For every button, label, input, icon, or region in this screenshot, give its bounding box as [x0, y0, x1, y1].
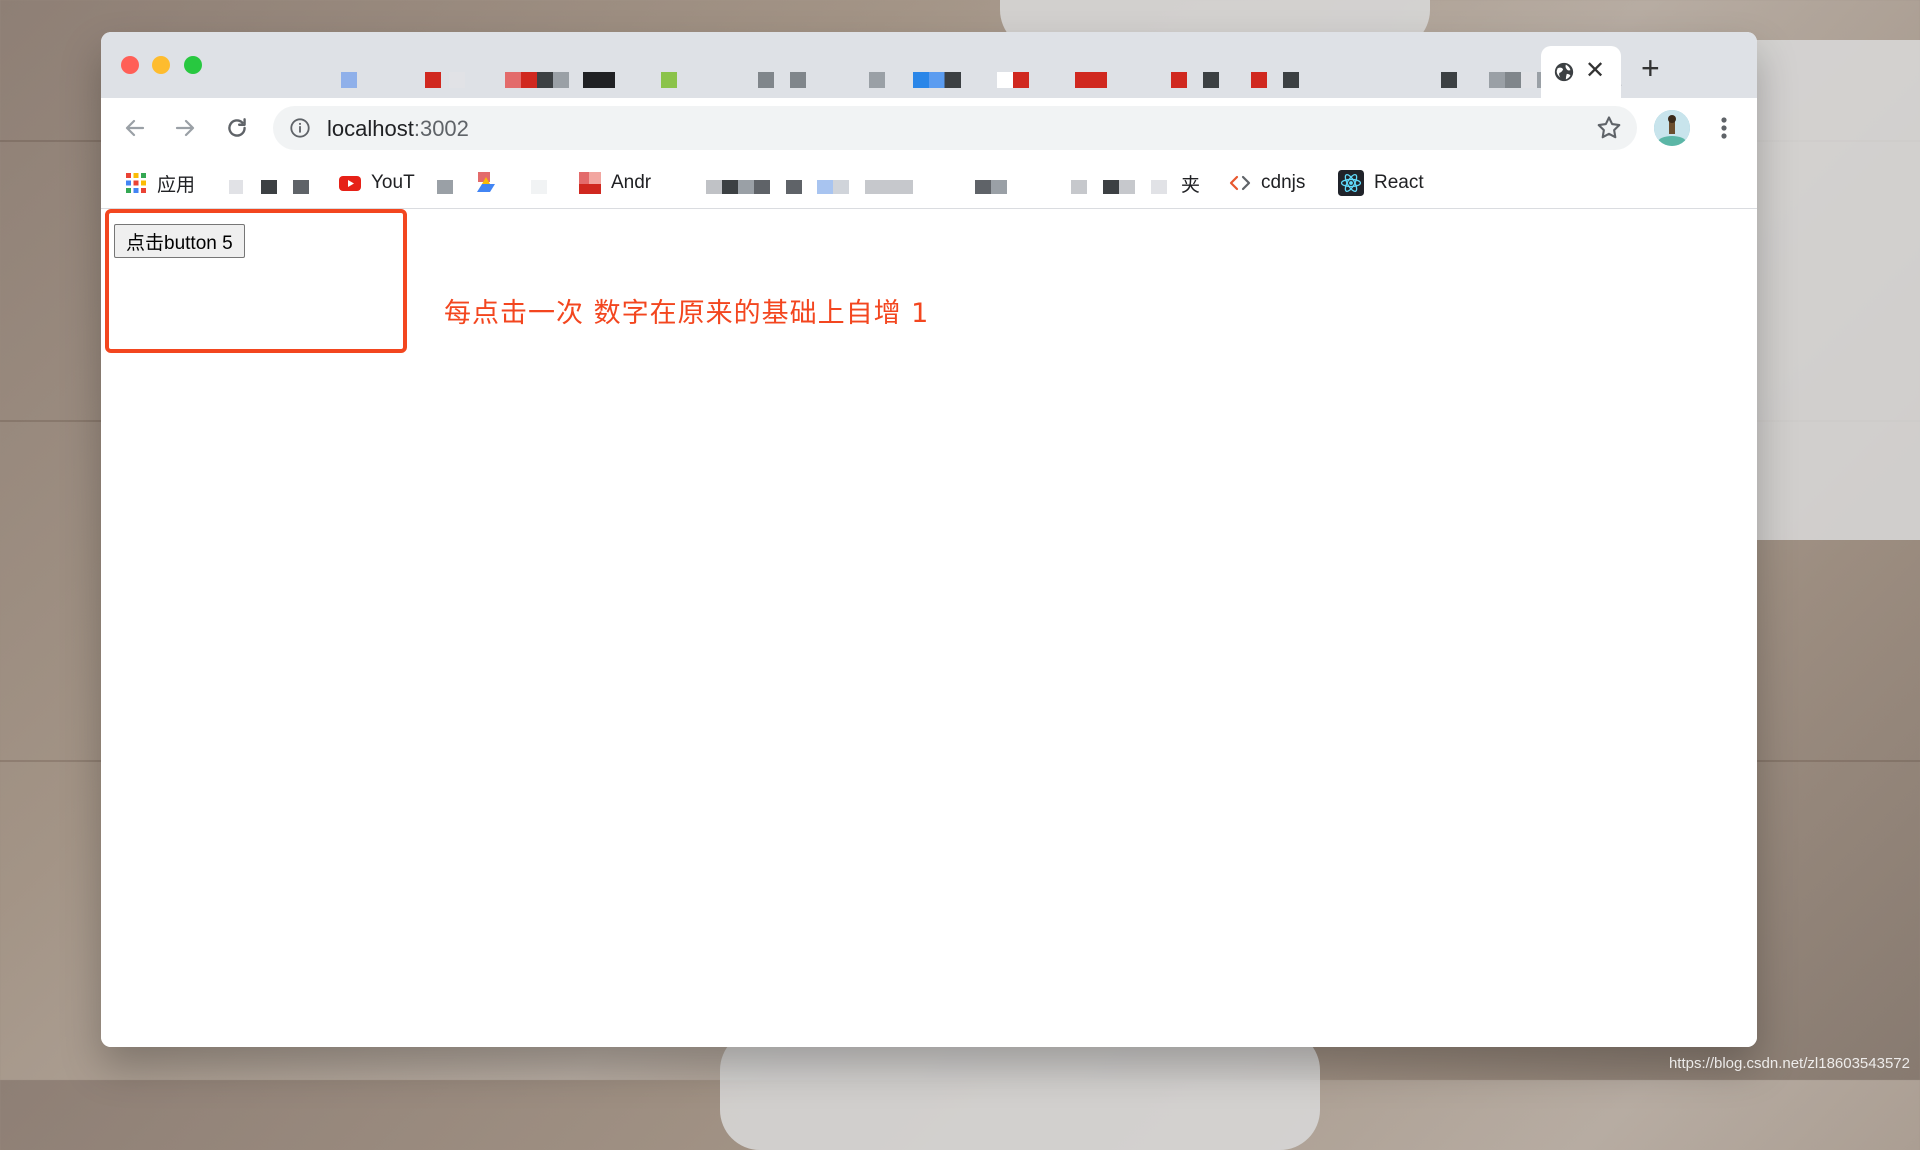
watermark: https://blog.csdn.net/zl18603543572: [1668, 1055, 1910, 1072]
tab-bar: ,2 ✕ +: [101, 32, 1757, 98]
bookmark-obscured[interactable]: [1151, 180, 1167, 194]
bookmark-obscured[interactable]: [437, 180, 453, 194]
url-host: localhost: [327, 116, 414, 141]
bookmark-obscured[interactable]: [786, 180, 802, 194]
bookmark-drive[interactable]: [475, 158, 507, 208]
tab-favicon[interactable]: [1251, 72, 1267, 88]
bookmark-star-icon[interactable]: [1595, 114, 1623, 142]
bookmark-label: cdnjs: [1261, 172, 1306, 193]
bookmark-obscured[interactable]: [817, 180, 849, 194]
bookmark-obscured[interactable]: [229, 180, 243, 194]
tab-favicon[interactable]: [790, 72, 806, 88]
back-button[interactable]: [119, 112, 151, 144]
tab-close-icon[interactable]: ✕: [1585, 56, 1605, 86]
info-icon[interactable]: [289, 117, 311, 139]
bookmark-obscured[interactable]: [1071, 180, 1087, 194]
arrow-left-icon: [125, 119, 145, 137]
tab-favicon[interactable]: [449, 72, 465, 88]
code-brackets-icon: [1229, 175, 1251, 191]
tab-favicon[interactable]: [661, 72, 677, 88]
tab-favicon[interactable]: [1171, 72, 1187, 88]
youtube-icon: [339, 176, 361, 191]
bookmark-youtube[interactable]: YouT: [339, 158, 415, 208]
tab-favicon[interactable]: [1075, 72, 1107, 88]
tab-favicon[interactable]: [997, 72, 1029, 88]
url-text[interactable]: localhost:3002: [327, 116, 469, 142]
window-maximize-button[interactable]: [184, 56, 202, 74]
background-object: [720, 1030, 1320, 1150]
tab-favicon[interactable]: [913, 72, 961, 88]
avatar-image: [1654, 110, 1690, 146]
window-minimize-button[interactable]: [152, 56, 170, 74]
tab-favicon[interactable]: [869, 72, 885, 88]
bookmark-obscured[interactable]: [261, 180, 277, 194]
bookmark-android[interactable]: Andr: [579, 158, 651, 208]
bookmarks-bar: 应用 YouT Andr 夹 cdnjs React: [101, 158, 1757, 209]
apps-grid-icon: [126, 173, 146, 193]
bookmark-label: React: [1374, 172, 1424, 193]
tab-favicon[interactable]: [758, 72, 774, 88]
bookmark-label: 夹: [1181, 174, 1201, 196]
react-icon: [1338, 170, 1364, 196]
android-icon: [579, 172, 601, 194]
increment-button[interactable]: 点击button 5: [114, 224, 245, 258]
url-port: :3002: [413, 116, 469, 141]
annotation-text: 每点击一次 数字在原来的基础上自增 1: [444, 298, 930, 329]
bookmark-label: 应用: [157, 174, 196, 196]
bookmark-react[interactable]: React: [1338, 158, 1424, 208]
bookmark-obscured[interactable]: [531, 180, 547, 194]
active-tab[interactable]: ✕: [1541, 46, 1621, 98]
bookmark-cdnjs[interactable]: cdnjs: [1229, 158, 1305, 208]
bookmark-label: Andr: [611, 172, 652, 193]
browser-window: ,2 ✕ +: [101, 32, 1757, 1047]
forward-button[interactable]: [169, 112, 201, 144]
bookmark-obscured[interactable]: [865, 180, 913, 194]
google-drive-icon: [477, 172, 495, 192]
bookmark-folder[interactable]: 夹: [1181, 158, 1200, 208]
page-content: 点击button 5 每点击一次 数字在原来的基础上自增 1: [101, 209, 1757, 1047]
profile-avatar[interactable]: [1654, 110, 1690, 146]
new-tab-button[interactable]: +: [1641, 52, 1660, 84]
tab-favicon[interactable]: [341, 72, 357, 88]
more-vert-icon[interactable]: [1714, 112, 1734, 144]
browser-toolbar: localhost:3002: [101, 98, 1757, 158]
tab-favicon[interactable]: [1283, 72, 1299, 88]
globe-icon: [1554, 62, 1574, 82]
tab-favicon[interactable]: [505, 72, 569, 88]
tab-strip: ,2: [231, 54, 1622, 98]
tab-favicon[interactable]: [1203, 72, 1219, 88]
arrow-right-icon: [175, 119, 195, 137]
bookmark-obscured[interactable]: [975, 180, 1007, 194]
reload-button[interactable]: [221, 112, 253, 144]
tab-favicon[interactable]: [1441, 72, 1457, 88]
bookmark-apps[interactable]: 应用: [125, 158, 195, 208]
window-close-button[interactable]: [121, 56, 139, 74]
bookmark-obscured[interactable]: [706, 180, 770, 194]
reload-icon: [228, 118, 246, 137]
address-bar[interactable]: localhost:3002: [273, 106, 1637, 150]
tab-favicon[interactable]: [425, 72, 441, 88]
tab-favicon[interactable]: [583, 72, 615, 88]
bookmark-obscured[interactable]: [293, 180, 309, 194]
bookmark-obscured[interactable]: [1103, 180, 1135, 194]
bookmark-label: YouT: [371, 172, 415, 193]
